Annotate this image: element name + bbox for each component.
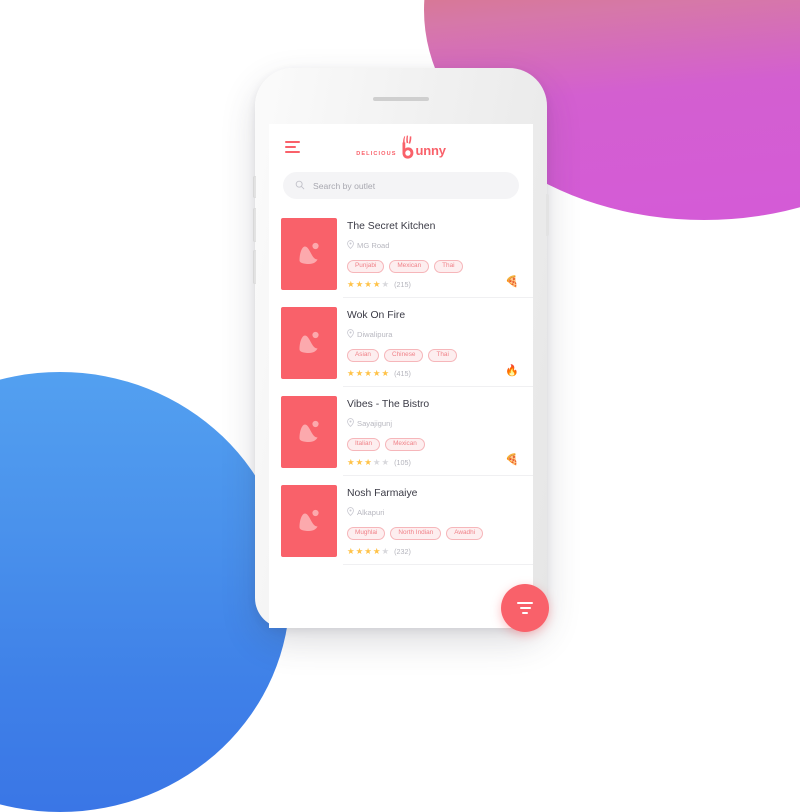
rating-star: ★ [372, 546, 381, 557]
cuisine-tag[interactable]: Mughlai [347, 527, 386, 540]
restaurant-location: MG Road [357, 240, 390, 250]
image-placeholder-icon [294, 239, 324, 270]
restaurant-location-row: Alkapuri [347, 503, 521, 521]
rating-star: ★ [347, 546, 355, 557]
rating-row: ★ ★ ★ ★ ★ (105) [347, 458, 521, 467]
rating-star: ★ [381, 279, 390, 290]
review-count: (215) [394, 279, 411, 289]
rating-star: ★ [381, 457, 390, 468]
search-bar[interactable] [283, 172, 519, 199]
flame-badge-icon: 🔥 [505, 364, 519, 377]
rating-star: ★ [347, 457, 355, 468]
map-pin-icon [347, 503, 354, 521]
restaurant-card[interactable]: Wok On Fire Diwalipura Asian Chinese Thai ★ ★ ★… [269, 298, 533, 387]
rating-star: ★ [364, 368, 372, 379]
cuisine-tag[interactable]: Thai [428, 349, 457, 362]
search-input[interactable] [313, 180, 507, 191]
map-pin-icon [347, 325, 354, 343]
rating-star: ★ [372, 457, 381, 468]
restaurant-name: Wok On Fire [347, 310, 406, 321]
cuisine-tag[interactable]: Chinese [384, 349, 424, 362]
restaurant-list: The Secret Kitchen MG Road Punjabi Mexican T… [269, 209, 533, 565]
phone-mockup: DELICIOUS unny Search by outlet The Secr… [253, 68, 549, 632]
review-count: (415) [394, 368, 411, 378]
rating-star: ★ [347, 279, 355, 290]
rating-star: ★ [355, 368, 364, 379]
logo-word-text: unny [415, 143, 446, 158]
cuisine-tag[interactable]: Mexican [385, 438, 425, 451]
restaurant-location: Alkapuri [357, 507, 385, 517]
filter-funnel-icon [517, 602, 533, 614]
restaurant-location-row: MG Road [347, 236, 521, 254]
rating-star: ★ [372, 368, 381, 379]
rating-star: ★ [372, 279, 381, 290]
review-count: (105) [394, 457, 411, 467]
image-placeholder-icon [294, 506, 324, 537]
restaurant-thumbnail[interactable] [281, 307, 337, 379]
restaurant-location-row: Diwalipura [347, 325, 521, 343]
rating-row: ★ ★ ★ ★ ★ (415) [347, 369, 521, 378]
rating-star: ★ [381, 546, 390, 557]
cuisine-tag[interactable]: Italian [347, 438, 381, 451]
restaurant-thumbnail[interactable] [281, 218, 337, 290]
rating-star: ★ [364, 279, 372, 290]
earpiece-speaker [373, 97, 429, 101]
restaurant-thumbnail[interactable] [281, 396, 337, 468]
cuisine-tag-list: Punjabi Mexican Thai [347, 260, 521, 273]
app-screen: DELICIOUS unny Search by outlet The Secr… [269, 124, 533, 628]
cuisine-tag-list: Asian Chinese Thai [347, 349, 521, 362]
app-header: DELICIOUS unny [269, 124, 533, 170]
rating-star: ★ [364, 457, 372, 468]
restaurant-card[interactable]: The Secret Kitchen MG Road Punjabi Mexican T… [269, 209, 533, 298]
cuisine-tag[interactable]: North Indian [390, 527, 442, 540]
rating-star: ★ [381, 368, 390, 379]
restaurant-name: Vibes - The Bistro [347, 399, 430, 410]
rating-row: ★ ★ ★ ★ ★ (215) [347, 280, 521, 289]
rating-star: ★ [364, 546, 372, 557]
cuisine-tag-list: Mughlai North Indian Awadhi [347, 527, 521, 540]
bunny-b-mark-icon [399, 135, 416, 159]
pizza-badge-icon: 🍕 [505, 275, 519, 288]
restaurant-card[interactable]: Vibes - The Bistro Sayajigunj Italian Mexic… [269, 387, 533, 476]
cuisine-tag-list: Italian Mexican [347, 438, 521, 451]
silent-switch[interactable] [253, 176, 256, 198]
restaurant-thumbnail[interactable] [281, 485, 337, 557]
pizza-badge-icon: 🍕 [505, 453, 519, 466]
search-section [269, 170, 533, 209]
filter-fab-button[interactable] [501, 584, 549, 632]
power-button[interactable] [546, 194, 549, 236]
restaurant-name: The Secret Kitchen [347, 221, 436, 232]
search-icon [295, 177, 305, 195]
restaurant-card[interactable]: Nosh Farmaiye Alkapuri Mughlai North Indian… [269, 476, 533, 565]
restaurant-location: Diwalipura [357, 329, 393, 339]
cuisine-tag[interactable]: Thai [434, 260, 463, 273]
restaurant-info: Wok On Fire Diwalipura Asian Chinese Thai ★ ★ ★… [347, 307, 521, 378]
image-placeholder-icon [294, 328, 324, 359]
cuisine-tag[interactable]: Awadhi [446, 527, 484, 540]
restaurant-location: Sayajigunj [357, 418, 393, 428]
cuisine-tag[interactable]: Mexican [389, 260, 430, 273]
restaurant-info: Vibes - The Bistro Sayajigunj Italian Mexic… [347, 396, 521, 467]
restaurant-info: Nosh Farmaiye Alkapuri Mughlai North Indian… [347, 485, 521, 556]
map-pin-icon [347, 414, 354, 432]
restaurant-location-row: Sayajigunj [347, 414, 521, 432]
rating-star: ★ [355, 457, 364, 468]
restaurant-info: The Secret Kitchen MG Road Punjabi Mexican T… [347, 218, 521, 289]
rating-star: ★ [347, 368, 355, 379]
rating-star: ★ [355, 279, 364, 290]
logo-prefix-text: DELICIOUS [356, 151, 397, 157]
rating-row: ★ ★ ★ ★ ★ (232) [347, 547, 521, 556]
cuisine-tag[interactable]: Asian [347, 349, 379, 362]
app-logo: DELICIOUS unny [356, 135, 446, 159]
background-blob-cool [0, 372, 290, 812]
map-pin-icon [347, 236, 354, 254]
rating-star: ★ [355, 546, 364, 557]
volume-up-button[interactable] [253, 208, 256, 242]
hamburger-icon[interactable] [285, 140, 300, 154]
image-placeholder-icon [294, 417, 324, 448]
restaurant-name: Nosh Farmaiye [347, 488, 418, 499]
cuisine-tag[interactable]: Punjabi [347, 260, 385, 273]
review-count: (232) [394, 546, 411, 556]
volume-down-button[interactable] [253, 250, 256, 284]
